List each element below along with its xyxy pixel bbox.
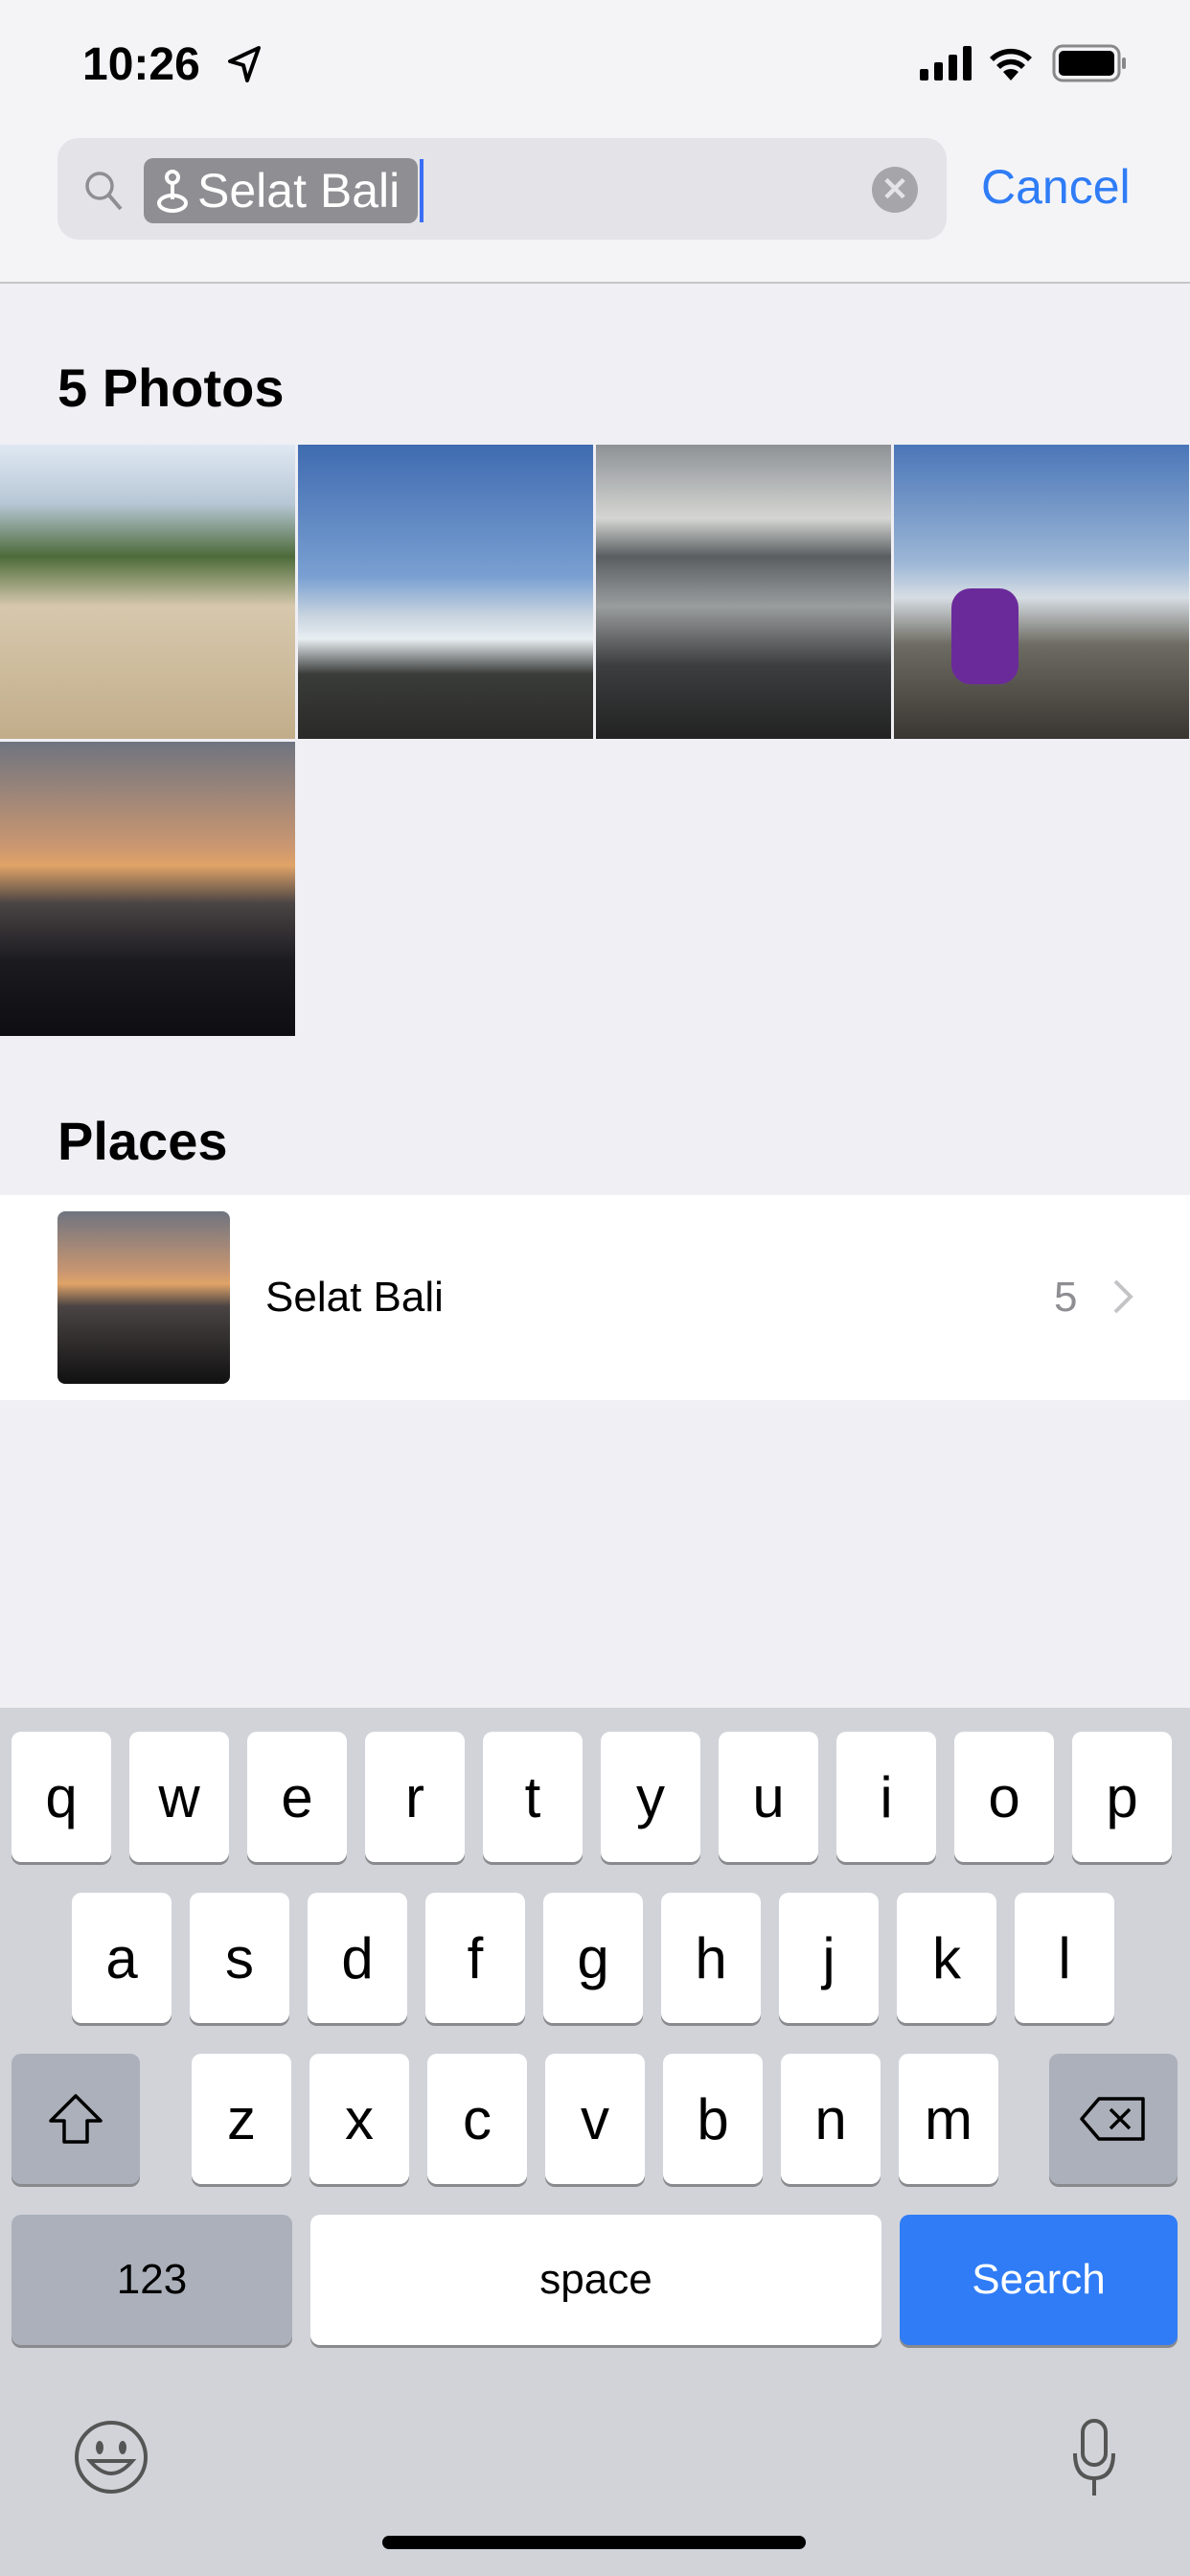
location-pin-icon xyxy=(157,170,188,213)
microphone-icon[interactable] xyxy=(1071,2419,1117,2499)
status-time: 10:26 xyxy=(82,39,200,90)
photo-thumbnail[interactable] xyxy=(596,445,891,739)
key-o[interactable]: o xyxy=(954,1732,1054,1862)
key-m[interactable]: m xyxy=(899,2054,998,2184)
cellular-signal-icon xyxy=(920,46,972,80)
search-token[interactable]: Selat Bali xyxy=(144,158,418,223)
key-h[interactable]: h xyxy=(661,1893,761,2023)
photo-thumbnail[interactable] xyxy=(0,742,295,1036)
delete-key[interactable] xyxy=(1049,2054,1178,2184)
shift-key[interactable] xyxy=(11,2054,140,2184)
search-token-text: Selat Bali xyxy=(197,164,400,218)
clear-search-button[interactable]: ✕ xyxy=(872,167,918,213)
key-e[interactable]: e xyxy=(247,1732,347,1862)
battery-icon xyxy=(1052,44,1126,82)
key-g[interactable]: g xyxy=(543,1893,643,2023)
photo-thumbnail[interactable] xyxy=(0,445,295,739)
key-k[interactable]: k xyxy=(897,1893,996,2023)
key-j[interactable]: j xyxy=(779,1893,879,2023)
text-cursor xyxy=(420,159,423,222)
photos-section-title: 5 Photos xyxy=(57,357,285,418)
wifi-icon xyxy=(990,48,1032,80)
places-section-title: Places xyxy=(57,1111,228,1171)
cancel-button[interactable]: Cancel xyxy=(981,159,1131,215)
place-count: 5 xyxy=(1054,1274,1078,1321)
search-key[interactable]: Search xyxy=(900,2215,1178,2345)
key-i[interactable]: i xyxy=(836,1732,936,1862)
shift-icon xyxy=(49,2094,103,2144)
key-u[interactable]: u xyxy=(719,1732,818,1862)
key-f[interactable]: f xyxy=(425,1893,525,2023)
key-d[interactable]: d xyxy=(308,1893,407,2023)
key-s[interactable]: s xyxy=(190,1893,289,2023)
key-v[interactable]: v xyxy=(545,2054,645,2184)
key-x[interactable]: x xyxy=(309,2054,409,2184)
key-p[interactable]: p xyxy=(1072,1732,1172,1862)
chevron-right-icon xyxy=(1113,1279,1133,1314)
photo-thumbnail[interactable] xyxy=(298,445,593,739)
home-indicator xyxy=(382,2536,806,2549)
backspace-icon xyxy=(1080,2097,1145,2141)
key-y[interactable]: y xyxy=(601,1732,700,1862)
key-a[interactable]: a xyxy=(72,1893,172,2023)
space-key[interactable]: space xyxy=(310,2215,881,2345)
place-name: Selat Bali xyxy=(265,1274,444,1321)
key-c[interactable]: c xyxy=(427,2054,527,2184)
key-t[interactable]: t xyxy=(483,1732,583,1862)
location-arrow-icon xyxy=(228,46,261,82)
key-w[interactable]: w xyxy=(129,1732,229,1862)
place-thumbnail xyxy=(57,1211,230,1384)
numbers-key[interactable]: 123 xyxy=(11,2215,292,2345)
emoji-icon[interactable] xyxy=(73,2419,149,2496)
key-q[interactable]: q xyxy=(11,1732,111,1862)
key-z[interactable]: z xyxy=(192,2054,291,2184)
search-icon xyxy=(85,172,123,211)
key-l[interactable]: l xyxy=(1015,1893,1114,2023)
place-list-item[interactable]: Selat Bali 5 xyxy=(0,1195,1190,1400)
key-b[interactable]: b xyxy=(663,2054,763,2184)
photo-thumbnail[interactable] xyxy=(894,445,1189,739)
key-n[interactable]: n xyxy=(781,2054,881,2184)
key-r[interactable]: r xyxy=(365,1732,465,1862)
